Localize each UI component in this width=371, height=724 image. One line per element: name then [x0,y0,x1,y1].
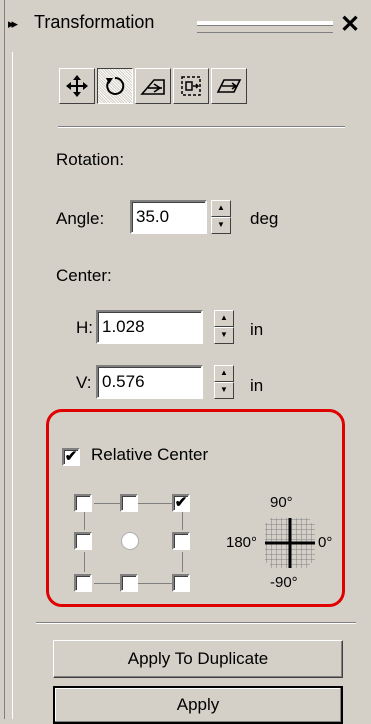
angle-stepper[interactable]: ▲ ▼ [211,200,231,234]
anchor-top-left[interactable] [74,494,92,512]
anchor-bottom-left[interactable] [74,574,92,592]
angle-left-label: 180° [226,534,258,551]
angle-label: Angle: [56,209,105,228]
relative-center-label: Relative Center [91,445,209,464]
angle-down-button[interactable]: ▼ [211,217,231,234]
angle-input[interactable] [130,200,207,234]
anchor-middle-left[interactable] [74,532,92,550]
toolbar-divider [58,126,345,128]
collapse-arrows-icon[interactable]: ▸▸ [8,16,18,32]
position-tool-button[interactable] [59,68,95,104]
rotation-dial-icon[interactable] [261,514,319,572]
anchor-bottom-center[interactable] [120,574,138,592]
size-icon [181,76,201,96]
apply-to-duplicate-button[interactable]: Apply To Duplicate [53,640,343,678]
h-up-button[interactable]: ▲ [214,310,234,327]
anchor-bottom-right[interactable] [172,574,190,592]
relative-center-checkbox[interactable]: ✔ [62,448,80,466]
center-section-label: Center: [56,266,112,285]
anchor-middle-right[interactable] [172,532,190,550]
scale-tool-button[interactable] [135,68,171,104]
v-label: V: [76,373,92,392]
angle-top-label: 90° [270,494,293,511]
v-unit: in [250,376,264,395]
rotate-icon [106,76,125,95]
rotation-section-label: Rotation: [56,150,125,169]
rotate-tool-button[interactable] [97,68,133,104]
grid-connector [94,583,120,584]
grid-connector [84,512,85,530]
apply-button[interactable]: Apply [53,686,343,724]
close-icon[interactable]: ✕ [340,10,360,39]
grid-connector [182,512,183,530]
v-up-button[interactable]: ▲ [214,365,234,382]
size-tool-button[interactable] [173,68,209,104]
title-grip [197,24,333,33]
panel-title: Transformation [34,12,155,32]
v-down-button[interactable]: ▼ [214,382,234,399]
h-down-button[interactable]: ▼ [214,327,234,344]
skew-tool-button[interactable] [211,68,247,104]
window-frame [0,0,5,719]
anchor-top-center[interactable] [120,494,138,512]
angle-up-button[interactable]: ▲ [211,200,231,217]
angle-unit: deg [250,209,279,228]
scale-mirror-icon [140,79,165,95]
h-input[interactable] [96,310,203,344]
angle-bottom-label: -90° [270,574,298,591]
h-label: H: [76,318,93,337]
anchor-center-radio[interactable] [121,532,139,550]
grid-connector [94,503,120,504]
move-arrows-icon [66,75,88,97]
grid-connector [84,552,85,572]
h-unit: in [250,320,264,339]
grid-connector [138,583,172,584]
skew-icon [216,79,242,93]
h-stepper[interactable]: ▲ ▼ [214,310,234,344]
anchor-top-right[interactable]: ✔ [172,494,190,512]
bottom-divider [36,622,356,624]
angle-right-label: 0° [318,534,333,551]
grid-connector [182,552,183,572]
grid-connector [138,503,172,504]
v-input[interactable] [96,365,203,399]
v-stepper[interactable]: ▲ ▼ [214,365,234,399]
